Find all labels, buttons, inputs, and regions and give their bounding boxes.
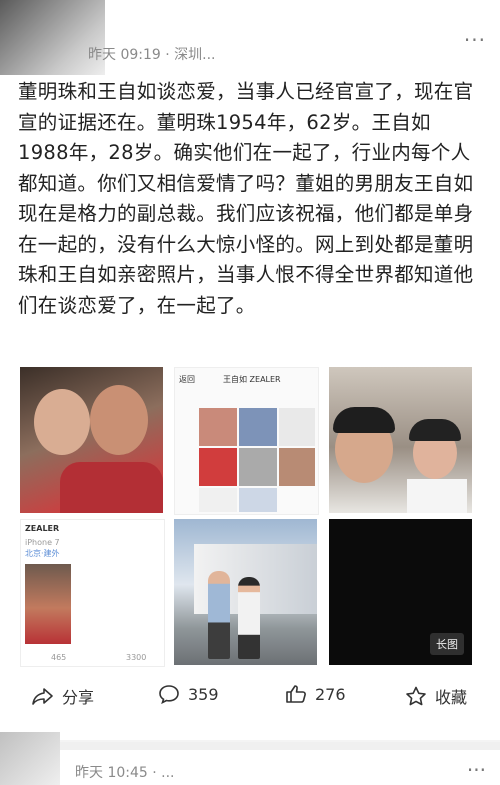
share-button[interactable]: 分享 xyxy=(32,684,94,708)
favorite-button[interactable]: 收藏 xyxy=(405,684,467,708)
screenshot-author: ZEALER xyxy=(25,524,60,533)
post-image-6[interactable]: 长图 xyxy=(329,519,472,665)
post-image-1[interactable] xyxy=(20,367,163,513)
grid-cell xyxy=(199,488,237,512)
screenshot-like-count: 465 xyxy=(51,653,67,662)
red-jacket xyxy=(60,462,163,513)
white-shirt xyxy=(407,479,467,513)
favorite-label: 收藏 xyxy=(435,688,468,707)
person-hair xyxy=(333,407,395,433)
next-more-dots-icon[interactable]: ··· xyxy=(467,758,486,782)
grid-cell xyxy=(239,408,277,446)
post-timestamp: 昨天 09:19 · 深圳... xyxy=(88,47,216,63)
post-body-text: 董明珠和王自如谈恋爱，当事人已经官宣了，现在官宣的证据还在。董明珠1954年，6… xyxy=(18,80,474,317)
grid-cell xyxy=(279,408,315,446)
long-image-badge: 长图 xyxy=(430,633,464,655)
action-bar: 分享 359 276 收藏 xyxy=(0,680,500,720)
screenshot-comment-count: 3300 xyxy=(126,653,147,662)
grid-cell xyxy=(239,488,277,512)
like-button[interactable]: 276 xyxy=(285,684,346,704)
comment-icon xyxy=(159,685,179,704)
share-label: 分享 xyxy=(62,688,95,707)
post-image-3[interactable] xyxy=(329,367,472,513)
post-image-4[interactable]: ZEALER iPhone 7 北京·建外 465 3300 xyxy=(20,519,165,667)
thumbs-up-icon xyxy=(286,685,306,703)
person-face xyxy=(90,385,148,455)
person-face xyxy=(34,389,90,455)
person-figure xyxy=(238,577,260,659)
grid-cell xyxy=(279,448,315,486)
share-icon xyxy=(32,688,53,705)
post-divider xyxy=(0,742,500,750)
grid-cell xyxy=(199,408,237,446)
next-post-timestamp: 昨天 10:45 · ... xyxy=(75,765,175,781)
screenshot-device: iPhone 7 xyxy=(25,538,60,547)
next-author-avatar[interactable] xyxy=(0,732,60,785)
grid-cell xyxy=(239,448,277,486)
comment-button[interactable]: 359 xyxy=(158,684,219,704)
screenshot-location: 北京·建外 xyxy=(25,549,60,558)
post-image-2[interactable]: 返回 王自如 ZEALER xyxy=(174,367,319,515)
profile-header-title: 王自如 ZEALER xyxy=(223,375,281,384)
like-count: 276 xyxy=(315,684,346,704)
post-card: 昨天 09:19 · 深圳... ··· 董明珠和王自如谈恋爱，当事人已经官宣了… xyxy=(0,0,500,740)
person-figure xyxy=(208,571,230,659)
post-image-5[interactable] xyxy=(174,519,317,665)
more-dots-icon[interactable]: ··· xyxy=(464,28,486,52)
back-link: 返回 xyxy=(179,375,195,384)
person-hair xyxy=(409,419,461,441)
screenshot-photo xyxy=(25,564,71,644)
comment-count: 359 xyxy=(188,684,219,704)
grid-cell xyxy=(199,448,237,486)
star-icon xyxy=(406,686,426,706)
